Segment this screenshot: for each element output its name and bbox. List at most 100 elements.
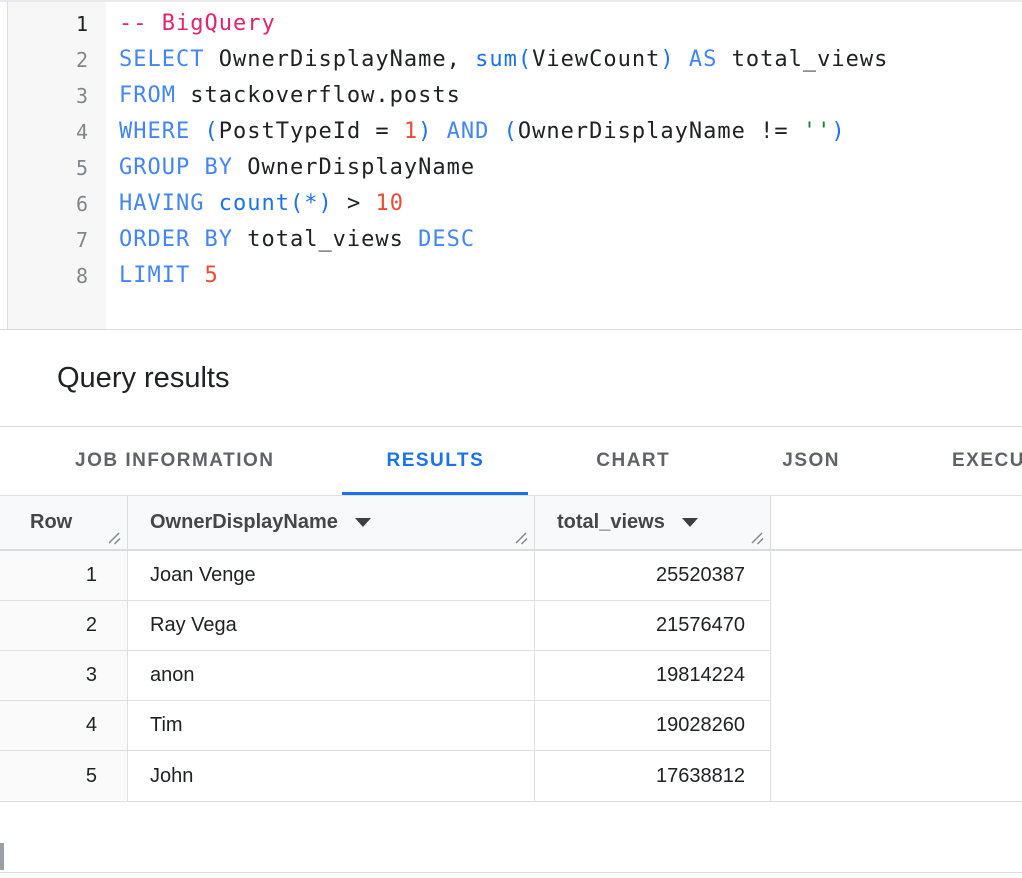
results-table-header: Row OwnerDisplayName total_views	[0, 496, 1022, 551]
line-number: 5	[8, 150, 106, 186]
line-number: 4	[8, 114, 106, 150]
cell-row-number: 3	[0, 651, 128, 700]
tab-results[interactable]: RESULTS	[342, 427, 528, 495]
tab-execution-details[interactable]: EXECUTION DETAILS	[908, 427, 1022, 495]
code-token-plain: ViewCount	[532, 47, 660, 72]
code-token-keyword: AS	[689, 47, 718, 72]
results-tabbar: JOB INFORMATION RESULTS CHART JSON EXECUTION…	[0, 427, 1022, 496]
cell-row-number: 4	[0, 701, 128, 750]
page-title: Query results	[57, 362, 229, 395]
code-token-number: 5	[204, 263, 218, 288]
code-token-bracket: (*)	[290, 191, 333, 216]
line-number: 6	[8, 186, 106, 222]
code-token-function: sum	[475, 47, 518, 72]
sql-editor-panel: 12345678 -- BigQuerySELECT OwnerDisplayN…	[0, 0, 1022, 330]
sort-caret-icon[interactable]	[682, 518, 698, 527]
sort-caret-icon[interactable]	[355, 518, 371, 527]
code-token-string: ''	[803, 119, 832, 144]
cell-total-views: 19028260	[535, 701, 771, 750]
code-token-keyword: AND	[447, 119, 490, 144]
code-token-bracket: (	[204, 119, 218, 144]
code-token-bracket: )	[660, 47, 674, 72]
line-number: 3	[8, 78, 106, 114]
query-results-header: Query results	[0, 330, 1022, 427]
code-token-plain: OwnerDisplayName,	[204, 47, 475, 72]
code-line[interactable]: FROM stackoverflow.posts	[119, 78, 1022, 114]
code-token-plain: stackoverflow.posts	[176, 83, 461, 108]
code-token-plain	[204, 191, 218, 216]
page-bottom-border	[0, 872, 1022, 873]
table-row: 2Ray Vega21576470	[0, 601, 771, 651]
cell-ownerdisplayname: Joan Venge	[128, 551, 535, 600]
code-token-plain	[190, 119, 204, 144]
resize-handle-icon[interactable]	[513, 530, 529, 546]
code-token-plain	[432, 119, 446, 144]
code-token-plain: >	[333, 191, 376, 216]
code-token-keyword: WHERE	[119, 119, 190, 144]
code-token-keyword: DESC	[418, 227, 475, 252]
cell-total-views: 25520387	[535, 551, 771, 600]
code-token-keyword: GROUP BY	[119, 155, 233, 180]
code-token-plain: total_views	[233, 227, 418, 252]
results-table-body: 1Joan Venge255203872Ray Vega215764703ano…	[0, 551, 771, 801]
results-table: Row OwnerDisplayName total_views 1Joan V…	[0, 496, 1022, 802]
code-token-plain	[190, 263, 204, 288]
code-token-keyword: FROM	[119, 83, 176, 108]
resize-handle-icon[interactable]	[106, 530, 122, 546]
editor-line-number-gutter: 12345678	[8, 2, 106, 329]
code-token-number: 10	[375, 191, 404, 216]
tab-json[interactable]: JSON	[738, 427, 884, 495]
cell-row-number: 1	[0, 551, 128, 600]
column-label-ownerdisplayname: OwnerDisplayName	[150, 511, 338, 534]
line-number: 1	[8, 6, 106, 42]
table-row: 3anon19814224	[0, 651, 771, 701]
code-token-keyword: LIMIT	[119, 263, 190, 288]
code-token-plain	[675, 47, 689, 72]
table-row: 5John17638812	[0, 751, 771, 801]
scrollbar-thumb[interactable]	[0, 843, 4, 870]
column-header-row[interactable]: Row	[0, 496, 128, 549]
cell-ownerdisplayname: Tim	[128, 701, 535, 750]
code-token-plain: OwnerDisplayName !=	[518, 119, 803, 144]
cell-row-number: 2	[0, 601, 128, 650]
code-line[interactable]: ORDER BY total_views DESC	[119, 222, 1022, 258]
table-row: 1Joan Venge25520387	[0, 551, 771, 601]
column-label-total-views: total_views	[557, 511, 665, 534]
code-token-plain: OwnerDisplayName	[233, 155, 475, 180]
tab-job-information[interactable]: JOB INFORMATION	[31, 427, 318, 495]
code-token-number: 1	[404, 119, 418, 144]
table-row: 4Tim19028260	[0, 701, 771, 751]
code-token-bracket: (	[518, 47, 532, 72]
code-line[interactable]: SELECT OwnerDisplayName, sum(ViewCount) …	[119, 42, 1022, 78]
code-token-bracket: )	[418, 119, 432, 144]
column-header-filler	[771, 496, 1022, 549]
cell-total-views: 17638812	[535, 751, 771, 801]
line-number: 8	[8, 258, 106, 294]
code-token-keyword: ORDER BY	[119, 227, 233, 252]
column-header-ownerdisplayname[interactable]: OwnerDisplayName	[128, 496, 535, 549]
code-token-function: count	[219, 191, 290, 216]
cell-ownerdisplayname: anon	[128, 651, 535, 700]
code-token-plain	[489, 119, 503, 144]
cell-total-views: 21576470	[535, 601, 771, 650]
code-token-bracket: (	[504, 119, 518, 144]
cell-ownerdisplayname: John	[128, 751, 535, 801]
column-header-total-views[interactable]: total_views	[535, 496, 771, 549]
code-line[interactable]: HAVING count(*) > 10	[119, 186, 1022, 222]
code-token-plain: total_views	[717, 47, 888, 72]
column-label-row: Row	[30, 511, 72, 534]
resize-handle-icon[interactable]	[749, 530, 765, 546]
tab-chart[interactable]: CHART	[552, 427, 714, 495]
sql-code-area[interactable]: -- BigQuerySELECT OwnerDisplayName, sum(…	[106, 2, 1022, 329]
code-token-bracket: )	[831, 119, 845, 144]
code-token-keyword: SELECT	[119, 47, 204, 72]
code-line[interactable]: WHERE (PostTypeId = 1) AND (OwnerDisplay…	[119, 114, 1022, 150]
footer-spacer	[0, 802, 1022, 872]
line-number: 7	[8, 222, 106, 258]
code-token-keyword: HAVING	[119, 191, 204, 216]
cell-ownerdisplayname: Ray Vega	[128, 601, 535, 650]
code-line[interactable]: -- BigQuery	[119, 6, 1022, 42]
code-line[interactable]: LIMIT 5	[119, 258, 1022, 294]
code-token-plain: PostTypeId =	[219, 119, 404, 144]
code-line[interactable]: GROUP BY OwnerDisplayName	[119, 150, 1022, 186]
